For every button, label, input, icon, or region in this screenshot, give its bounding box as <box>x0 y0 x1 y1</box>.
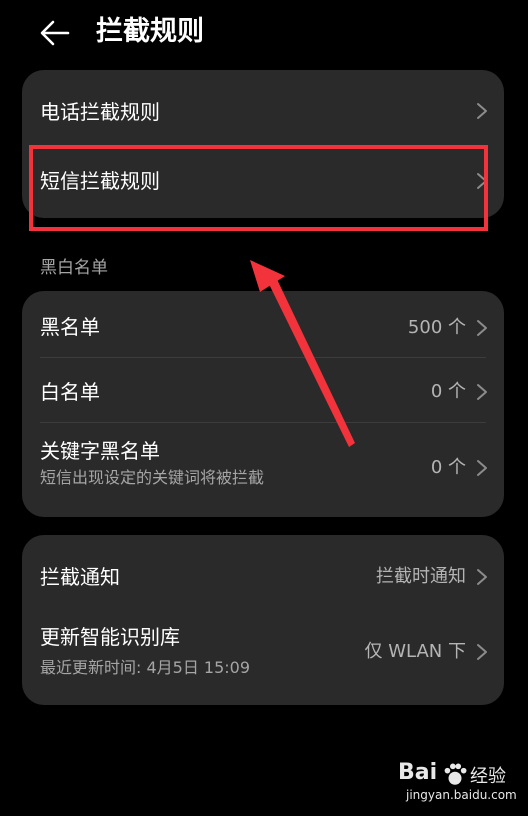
chevron-right-icon <box>477 460 487 476</box>
call-rules-item[interactable]: 电话拦截规则 <box>22 70 504 148</box>
settings-card: 拦截通知 拦截时通知 更新智能识别库 最近更新时间: 4月5日 15:09 仅 … <box>22 535 504 705</box>
chevron-right-icon <box>477 320 487 336</box>
app-header: 拦截规则 <box>0 0 528 66</box>
block-notification-item[interactable]: 拦截通知 拦截时通知 <box>22 535 504 617</box>
lists-card: 黑名单 500 个 白名单 0 个 关键字黑名单 短信出现设定的关键词将被拦截 … <box>22 291 504 517</box>
whitelist-count: 0 个 <box>430 381 466 402</box>
chevron-right-icon <box>477 103 487 119</box>
watermark-url: jingyan.baidu.com <box>406 788 517 802</box>
keyword-blacklist-label: 关键字黑名单 <box>40 439 160 463</box>
section-label-lists: 黑白名单 <box>40 258 108 278</box>
baidu-brand: Bai <box>398 760 438 785</box>
chevron-right-icon <box>477 569 487 585</box>
call-rules-label: 电话拦截规则 <box>40 100 160 124</box>
keyword-blacklist-item[interactable]: 关键字黑名单 短信出现设定的关键词将被拦截 0 个 <box>22 423 504 517</box>
baidu-brand-suffix: 经验 <box>470 766 506 787</box>
baidu-watermark: Bai 经验 jingyan.baidu.com <box>398 756 517 808</box>
update-library-label: 更新智能识别库 <box>40 625 180 649</box>
blacklist-count: 500 个 <box>407 317 466 338</box>
block-notification-value: 拦截时通知 <box>376 566 466 587</box>
paw-icon <box>444 763 467 785</box>
block-notification-label: 拦截通知 <box>40 565 120 589</box>
blacklist-item[interactable]: 黑名单 500 个 <box>22 291 504 357</box>
highlight-box <box>29 145 488 231</box>
blacklist-label: 黑名单 <box>40 315 100 339</box>
page-title: 拦截规则 <box>96 16 204 47</box>
chevron-right-icon <box>477 644 487 660</box>
chevron-right-icon <box>477 384 487 400</box>
update-library-item[interactable]: 更新智能识别库 最近更新时间: 4月5日 15:09 仅 WLAN 下 <box>22 617 504 705</box>
whitelist-item[interactable]: 白名单 0 个 <box>22 358 504 422</box>
update-library-value: 仅 WLAN 下 <box>364 641 466 662</box>
keyword-blacklist-desc: 短信出现设定的关键词将被拦截 <box>40 468 265 487</box>
back-arrow-icon[interactable] <box>38 16 72 50</box>
keyword-blacklist-count: 0 个 <box>430 457 466 478</box>
update-library-time: 最近更新时间: 4月5日 15:09 <box>40 658 251 677</box>
whitelist-label: 白名单 <box>40 380 100 404</box>
